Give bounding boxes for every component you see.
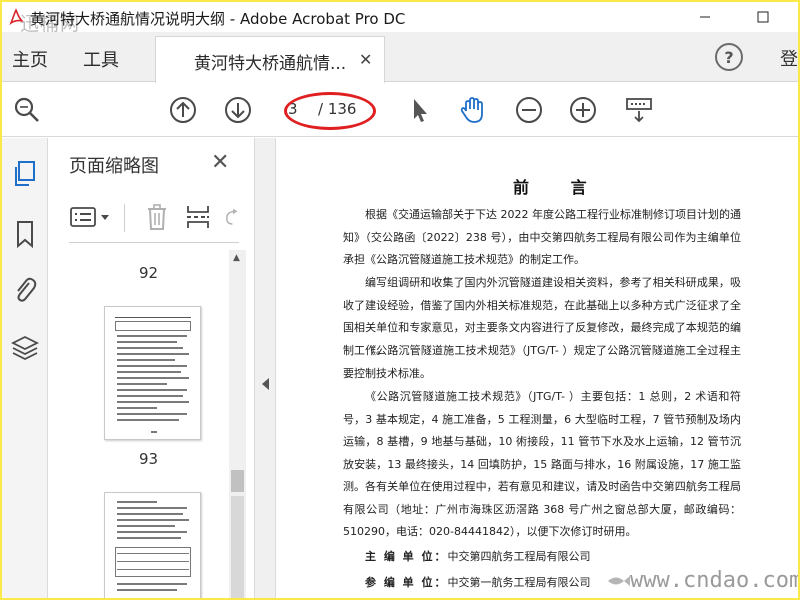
document-paragraph: 根据《交通运输部关于下达 2022 年度公路工程行业标准制修订项目计划的通知》（…: [343, 208, 741, 266]
editor-line: 参 编 单 位：中交第一航务工程局有限公司: [365, 574, 591, 590]
help-icon[interactable]: ?: [715, 43, 743, 71]
tab-bar: 主页 工具 黄河特大桥通航情... ✕ ? 登: [2, 32, 798, 83]
tab-home[interactable]: 主页: [12, 46, 48, 72]
panel-title: 页面缩略图: [69, 156, 159, 177]
page-thumbnail[interactable]: [104, 306, 201, 440]
tab-tools[interactable]: 工具: [83, 46, 119, 72]
window-title: 黄河特大桥通航情况说明大纲 - Adobe Acrobat Pro DC: [30, 10, 406, 28]
document-paragraph: 《公路沉管隧道施工技术规范》（JTG/T- ）规定了公路沉管隧道施工全过程主要控…: [343, 344, 741, 380]
watermark-fish-icon: [608, 576, 630, 586]
thumbnail-options-icon[interactable]: [69, 202, 115, 232]
search-zoom-icon[interactable]: [12, 95, 42, 125]
scroll-up-icon[interactable]: ▲: [233, 253, 240, 263]
editor-label: 参 编 单 位：: [365, 576, 448, 589]
title-bar: 迅桶网 黄河特大桥通航情况说明大纲 - Adobe Acrobat Pro DC: [2, 2, 798, 35]
zoom-in-icon[interactable]: [568, 95, 598, 125]
rotate-page-icon[interactable]: [224, 202, 238, 232]
zoom-out-icon[interactable]: [514, 95, 544, 125]
thumbnails-panel: 页面缩略图 ✕ 92 93 ▲: [49, 138, 254, 598]
toolbar-separator: [124, 204, 125, 232]
editor-line: 主 编 单 位：中交第四航务工程局有限公司: [365, 548, 591, 564]
acrobat-window: 迅桶网 黄河特大桥通航情况说明大纲 - Adobe Acrobat Pro DC…: [2, 2, 798, 598]
thumbnail-list: 92 93: [49, 246, 254, 598]
maximize-button[interactable]: [740, 2, 786, 32]
page-number-highlight: [284, 92, 376, 130]
editor-label: 主 编 单 位：: [365, 550, 448, 563]
main-toolbar: / 136: [2, 83, 798, 137]
minimize-icon: [700, 16, 710, 18]
page-display-icon[interactable]: [624, 95, 654, 125]
collapse-panel-icon[interactable]: [262, 378, 269, 390]
split-page-icon[interactable]: [185, 202, 211, 232]
minimize-button[interactable]: [682, 2, 728, 32]
document-page: 前 言 根据《交通运输部关于下达 2022 年度公路工程行业标准制修订项目计划的…: [277, 138, 798, 598]
document-heading: 前 言: [513, 178, 605, 197]
hand-tool-icon[interactable]: [458, 95, 488, 125]
watermark-text: www.cndao.com: [630, 568, 798, 593]
page-thumbnail[interactable]: [104, 492, 201, 598]
maximize-icon: [757, 11, 769, 23]
next-page-icon[interactable]: [223, 95, 253, 125]
close-panel-icon[interactable]: ✕: [211, 150, 229, 175]
login-link[interactable]: 登: [780, 45, 798, 71]
tab-document[interactable]: 黄河特大桥通航情... ✕: [155, 36, 385, 83]
delete-page-icon[interactable]: [144, 202, 170, 232]
left-rail: [2, 138, 48, 598]
select-cursor-icon[interactable]: [404, 95, 434, 125]
panel-divider: [69, 242, 239, 243]
attachments-icon[interactable]: [10, 274, 40, 306]
thumbnail-page-label: 93: [139, 450, 159, 468]
bookmark-icon[interactable]: [10, 218, 40, 250]
thumbnail-toolbar: [69, 198, 244, 238]
panel-collapse-strip[interactable]: [254, 138, 276, 598]
scrollbar-track: [231, 496, 244, 598]
layers-icon[interactable]: [10, 332, 40, 364]
scrollbar-thumb[interactable]: [231, 470, 244, 492]
thumbnail-page-label: 92: [139, 264, 159, 282]
document-tab-label: 黄河特大桥通航情...: [194, 54, 347, 74]
page-thumbnails-icon[interactable]: [10, 158, 40, 190]
document-paragraph: 各有关单位在使用过程中，若有意见和建议，请及时函告中交第四航务工程局有限公司（地…: [343, 480, 741, 538]
previous-page-icon[interactable]: [168, 95, 198, 125]
close-tab-icon[interactable]: ✕: [359, 50, 372, 69]
thumbnail-scrollbar[interactable]: ▲: [229, 250, 246, 598]
editor-value: 中交第四航务工程局有限公司: [447, 550, 591, 563]
editor-value: 中交第一航务工程局有限公司: [447, 576, 591, 589]
